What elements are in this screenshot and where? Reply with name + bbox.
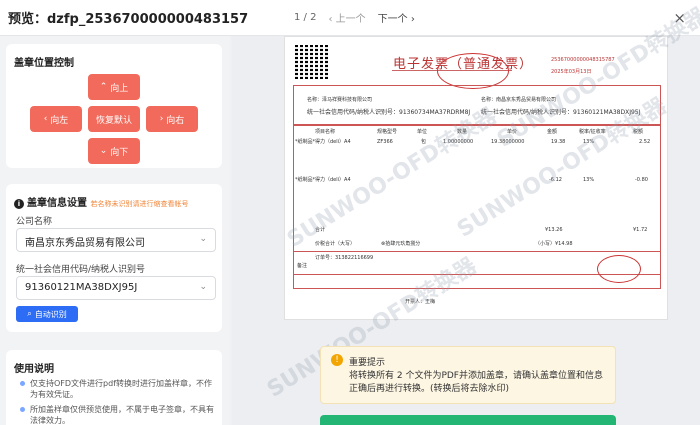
- important-notice: ! 重要提示 将转换所有 2 个文件为PDF并添加盖章，请确认盖章位置和信息正确…: [320, 346, 616, 404]
- buyer-tax-id: 统一社会信用代码/纳税人识别号：91360734MA37RDRM8J: [307, 109, 471, 116]
- company-seal-icon: [597, 255, 641, 283]
- chevron-down-icon: ⌄: [199, 282, 207, 292]
- credit-code-label: 统一社会信用代码/纳税人识别号: [16, 265, 146, 275]
- line-item-tax: -0.80: [635, 177, 648, 183]
- tax-seal-icon: [437, 53, 509, 89]
- move-up-button[interactable]: ⌃ 向上: [88, 74, 140, 100]
- total-amount: ¥13.26: [545, 227, 563, 233]
- seal-info-title-text: 盖章信息设置: [27, 198, 87, 209]
- move-down-label: 向下: [110, 147, 129, 158]
- control-panel: 盖章位置控制 ⌃ 向上 ‹ 向左 恢复默认 › 向右 ⌄ 向下 i 盖章信息设置 若名称未…: [0, 36, 230, 425]
- seal-info-hint: 若名称未识别请进行缩查看帐号: [90, 200, 189, 208]
- order-number: 订单号：313822116699: [315, 255, 374, 261]
- pager: 1 / 2 ‹ 上一个 下一个 ›: [294, 10, 415, 25]
- reset-button[interactable]: 恢复默认: [88, 106, 140, 132]
- arrow-down-icon: ⌄: [99, 146, 108, 156]
- instructions-title: 使用说明: [14, 364, 54, 375]
- buyer-name: 名称：泽马祥赛科技有限公司: [307, 97, 373, 103]
- line-item-rate: 13%: [583, 177, 595, 183]
- stamp-position-title: 盖章位置控制: [14, 58, 74, 69]
- instruction-item: 仅支持OFD文件进行pdf转换时进行加盖样章，不作为有效凭证。: [20, 378, 216, 400]
- instructions-card: 使用说明 仅支持OFD文件进行pdf转换时进行加盖样章，不作为有效凭证。 所加盖…: [6, 350, 222, 425]
- line-item-spec: ZF366: [377, 139, 393, 145]
- arrow-left-icon: ‹: [43, 114, 48, 124]
- qr-code-icon: [295, 45, 329, 79]
- auto-detect-button[interactable]: ⌕ 自动识别: [16, 306, 78, 322]
- move-up-label: 向上: [110, 83, 129, 94]
- prev-button[interactable]: ‹ 上一个: [328, 10, 365, 25]
- notice-body: 将转换所有 2 个文件为PDF并添加盖章，请确认盖章位置和信息正确后再进行转换。…: [349, 371, 603, 394]
- warning-icon: !: [331, 354, 343, 366]
- arrow-right-icon: ›: [159, 114, 164, 124]
- move-right-button[interactable]: › 向右: [146, 106, 198, 132]
- instruction-item: 所加盖样章仅供预览使用，不属于电子签章，不具有法律效力。: [20, 404, 216, 425]
- company-label: 公司名称: [16, 217, 53, 227]
- seal-info-title: i 盖章信息设置 若名称未识别请进行缩查看帐号: [14, 194, 188, 209]
- company-select[interactable]: 南昌京东秀品贸易有限公司 ⌄: [16, 228, 216, 252]
- col-spec: 规格型号: [377, 129, 398, 135]
- arrow-up-icon: ⌃: [99, 82, 108, 92]
- move-left-label: 向左: [50, 115, 69, 126]
- chevron-down-icon: ⌄: [199, 234, 207, 244]
- next-button[interactable]: 下一个 ›: [378, 10, 415, 25]
- auto-detect-label: 自动识别: [34, 309, 67, 319]
- credit-code-value: 91360121MA38DXJ95J: [25, 282, 138, 293]
- remark-label: 备注: [297, 263, 308, 269]
- convert-button[interactable]: [320, 415, 616, 425]
- sum-words: ⊗拾肆元玖角捌分: [381, 241, 421, 247]
- search-icon: ⌕: [27, 309, 32, 318]
- line-item-tax: 2.52: [639, 139, 651, 145]
- preview-header: 预览：dzfp_25367000000048315787_南... 1 / 2 …: [0, 0, 700, 36]
- sum-number: （小写）¥14.98: [535, 241, 573, 247]
- col-item: 项目名称: [315, 129, 336, 135]
- stamp-position-card: 盖章位置控制 ⌃ 向上 ‹ 向左 恢复默认 › 向右 ⌄ 向下: [6, 44, 222, 168]
- credit-code-select[interactable]: 91360121MA38DXJ95J ⌄: [16, 276, 216, 300]
- preview-title: 预览：dzfp_25367000000048315787_南...: [8, 12, 248, 27]
- reset-label: 恢复默认: [95, 115, 132, 126]
- page-indicator: 1 / 2: [294, 12, 317, 23]
- move-right-label: 向右: [166, 115, 185, 126]
- line-item-name: *纸制品*得力（deli）A4: [295, 139, 351, 145]
- notice-title: 重要提示: [349, 358, 386, 368]
- move-left-button[interactable]: ‹ 向左: [30, 106, 82, 132]
- line-item-name: *纸制品*得力（deli）A4: [295, 177, 351, 183]
- info-icon: i: [14, 199, 24, 209]
- sum-words-label: 价税合计（大写）: [315, 241, 356, 247]
- company-value: 南昌京东秀品贸易有限公司: [25, 238, 145, 249]
- col-amount: 金额: [547, 129, 558, 135]
- move-down-button[interactable]: ⌄ 向下: [88, 138, 140, 164]
- total-tax: ¥1.72: [633, 227, 648, 233]
